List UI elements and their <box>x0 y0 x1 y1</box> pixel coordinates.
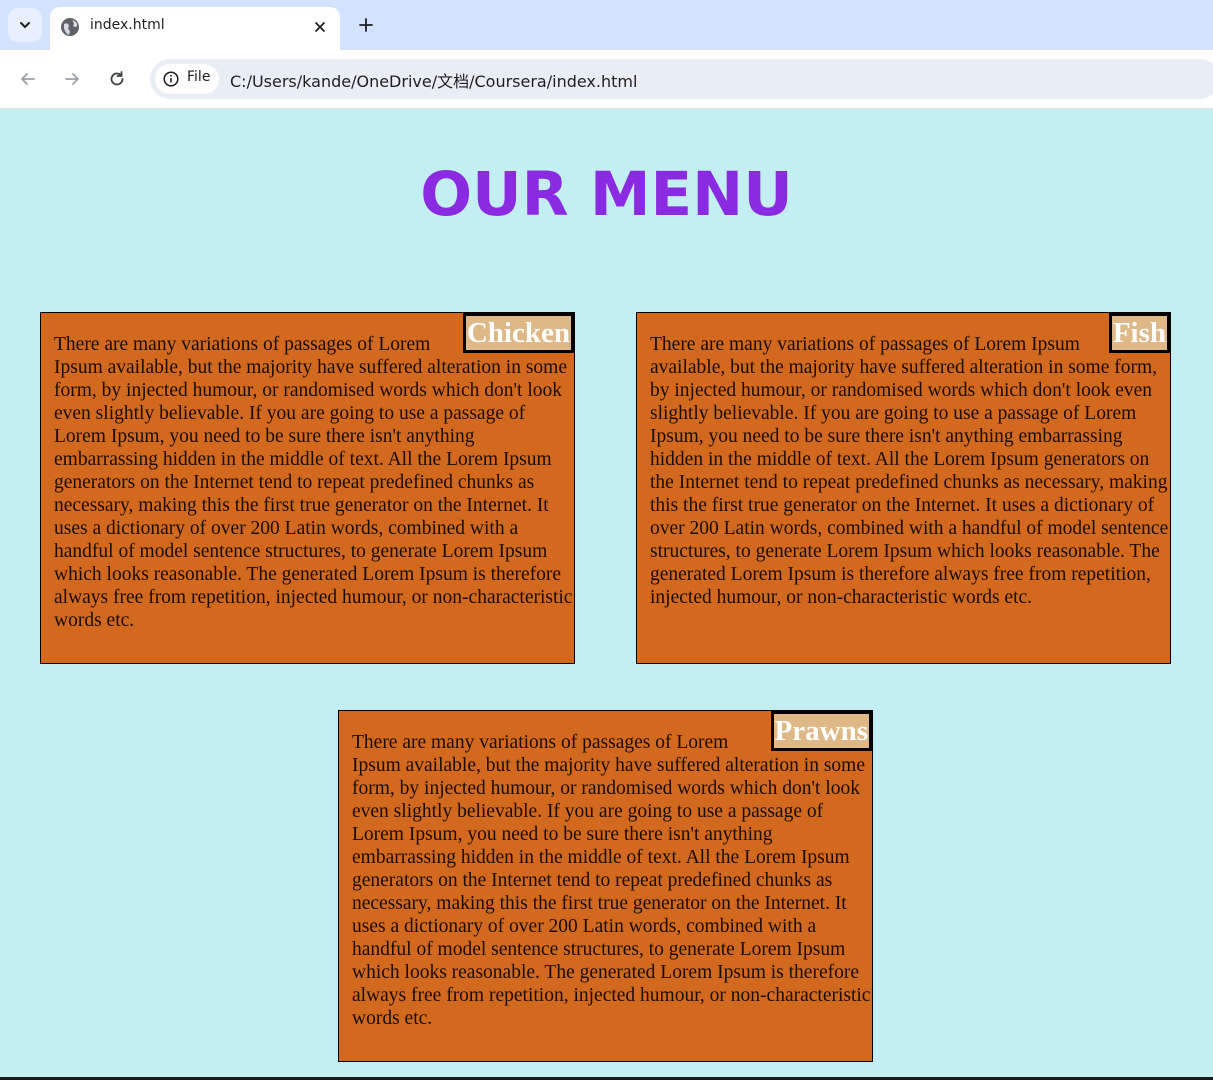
menu-card-prawns: Prawns There are many variations of pass… <box>338 710 873 1062</box>
menu-item-description: There are many variations of passages of… <box>650 334 1169 608</box>
forward-button[interactable] <box>58 65 86 93</box>
chevron-down-icon <box>20 22 30 29</box>
url-text[interactable]: C:/Users/kande/OneDrive/文档/Coursera/inde… <box>230 68 637 92</box>
plus-icon <box>359 18 373 32</box>
back-button[interactable] <box>14 65 42 93</box>
menu-item-description: There are many variations of passages of… <box>352 732 871 1029</box>
forward-arrow-icon <box>65 73 79 85</box>
menu-item-name: Prawns <box>770 711 872 751</box>
page-title: OUR MENU <box>420 159 793 230</box>
new-tab-button[interactable] <box>352 11 380 39</box>
menu-card-chicken: Chicken There are many variations of pas… <box>40 312 575 664</box>
tab-title: index.html <box>90 17 165 33</box>
active-tab[interactable]: index.html <box>50 7 340 50</box>
menu-item-description: There are many variations of passages of… <box>54 334 573 631</box>
info-icon <box>163 71 179 87</box>
menu-item-name: Fish <box>1108 313 1170 353</box>
close-icon <box>315 22 325 32</box>
tab-search-button[interactable] <box>8 8 42 42</box>
site-info-chip[interactable]: File <box>155 64 219 94</box>
menu-item-name: Chicken <box>462 313 574 353</box>
tab-close-button[interactable] <box>308 15 332 39</box>
address-bar[interactable]: File C:/Users/kande/OneDrive/文档/Coursera… <box>150 59 1213 99</box>
site-info-label: File <box>187 69 211 85</box>
tab-strip: index.html <box>0 0 1213 50</box>
reload-button[interactable] <box>103 65 131 93</box>
reload-icon <box>110 71 124 86</box>
back-arrow-icon <box>21 73 35 85</box>
browser-toolbar: File C:/Users/kande/OneDrive/文档/Coursera… <box>0 50 1213 109</box>
menu-card-fish: Fish There are many variations of passag… <box>636 312 1171 664</box>
globe-icon <box>61 18 79 36</box>
